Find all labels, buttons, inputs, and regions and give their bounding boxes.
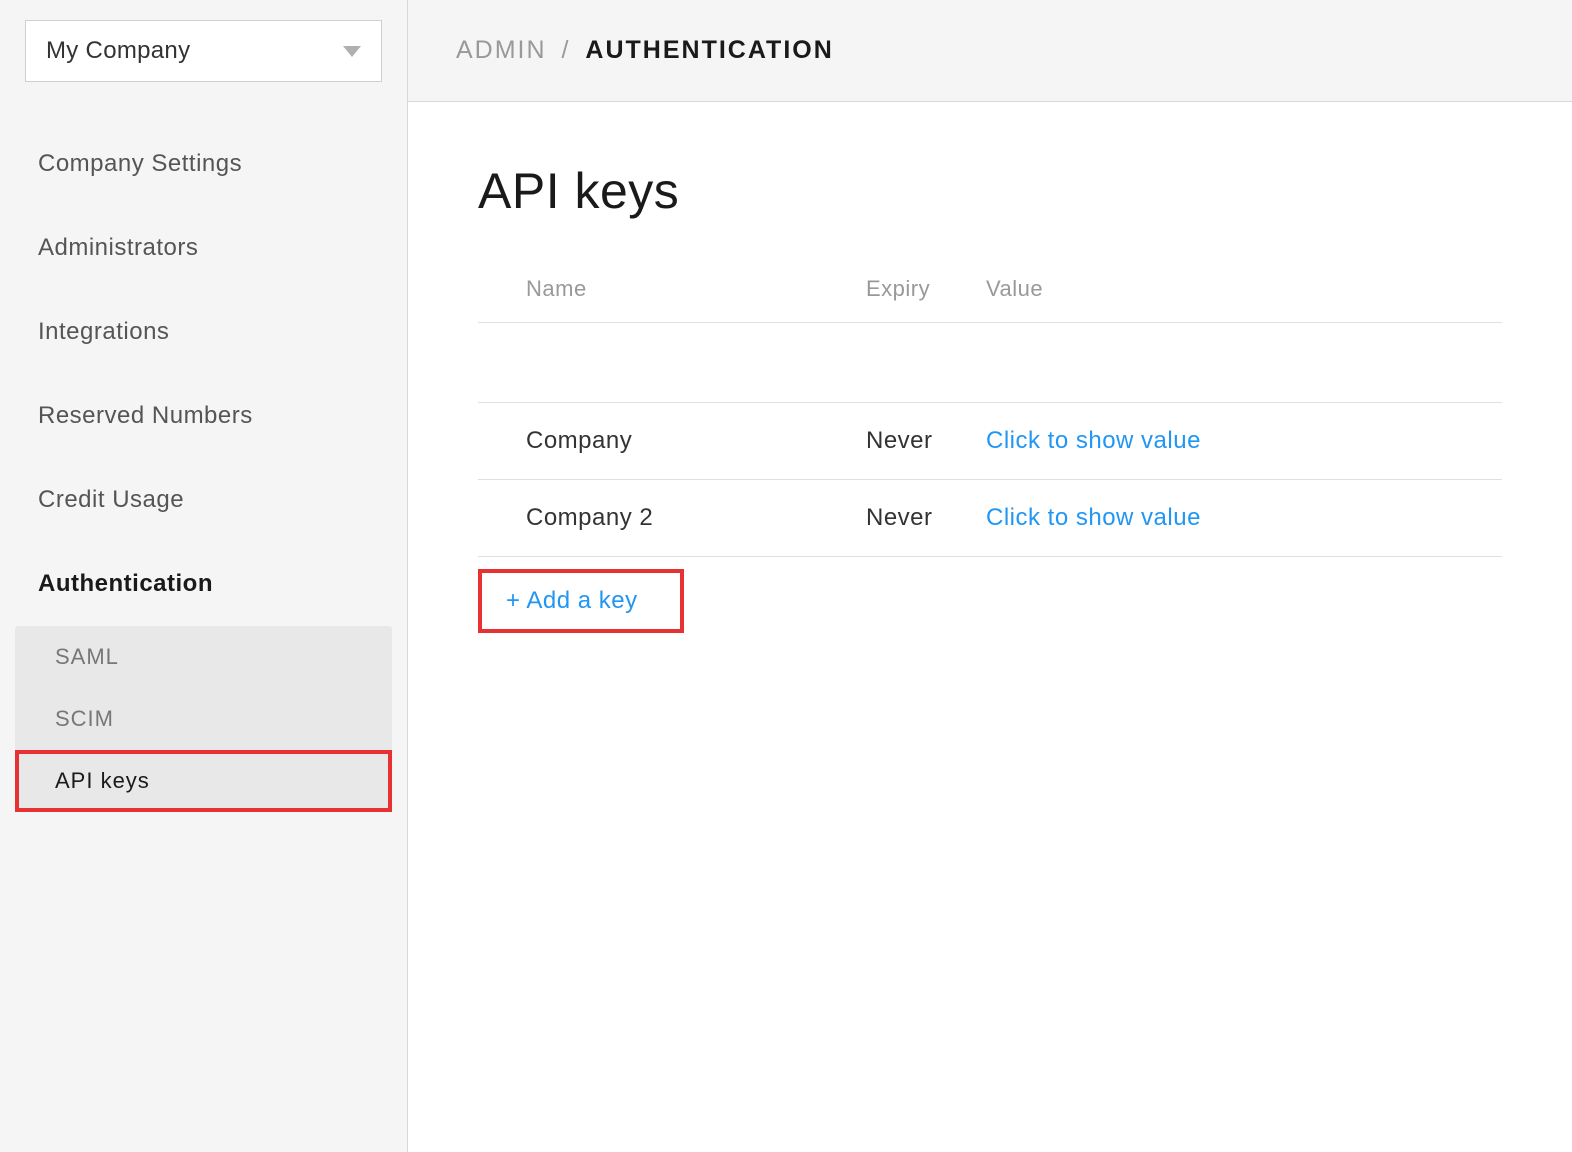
table-row: Company 2 Never Click to show value — [478, 480, 1502, 557]
show-value-link[interactable]: Click to show value — [986, 504, 1201, 531]
main-content: ADMIN / AUTHENTICATION API keys Name Exp… — [408, 0, 1572, 1152]
company-selector-label: My Company — [46, 37, 190, 65]
api-keys-table: Name Expiry Value Company Never Click to… — [478, 260, 1502, 557]
breadcrumb-current: AUTHENTICATION — [585, 36, 833, 64]
sidebar-item-authentication[interactable]: Authentication — [0, 542, 407, 626]
table-cell-expiry: Never — [866, 504, 986, 532]
table-cell-name: Company 2 — [526, 504, 866, 532]
add-key-highlight: + Add a key — [478, 569, 684, 633]
sidebar-subitem-scim[interactable]: SCIM — [15, 688, 392, 750]
sidebar-subitem-api-keys[interactable]: API keys — [15, 750, 392, 812]
table-cell-name: Company — [526, 427, 866, 455]
breadcrumb: ADMIN / AUTHENTICATION — [408, 0, 1572, 102]
sidebar-nav: Company Settings Administrators Integrat… — [0, 122, 407, 812]
sidebar: My Company Company Settings Administrato… — [0, 0, 408, 1152]
chevron-down-icon — [343, 46, 361, 57]
table-header-name: Name — [526, 276, 866, 302]
sidebar-item-company-settings[interactable]: Company Settings — [0, 122, 407, 206]
sidebar-item-administrators[interactable]: Administrators — [0, 206, 407, 290]
table-header-value: Value — [986, 276, 1502, 302]
sidebar-subnav: SAML SCIM API keys — [15, 626, 392, 812]
breadcrumb-parent[interactable]: ADMIN — [456, 36, 547, 64]
table-header-expiry: Expiry — [866, 276, 986, 302]
sidebar-item-credit-usage[interactable]: Credit Usage — [0, 458, 407, 542]
page-content: API keys Name Expiry Value Company Never… — [408, 102, 1572, 1152]
sidebar-item-reserved-numbers[interactable]: Reserved Numbers — [0, 374, 407, 458]
sidebar-subitem-saml[interactable]: SAML — [15, 626, 392, 688]
table-empty-row — [478, 323, 1502, 403]
table-row: Company Never Click to show value — [478, 403, 1502, 480]
table-header-row: Name Expiry Value — [478, 260, 1502, 323]
add-key-button[interactable]: + Add a key — [506, 587, 638, 614]
breadcrumb-separator: / — [562, 36, 571, 64]
sidebar-item-integrations[interactable]: Integrations — [0, 290, 407, 374]
page-title: API keys — [478, 162, 1502, 220]
company-selector[interactable]: My Company — [25, 20, 382, 82]
table-cell-expiry: Never — [866, 427, 986, 455]
show-value-link[interactable]: Click to show value — [986, 427, 1201, 454]
